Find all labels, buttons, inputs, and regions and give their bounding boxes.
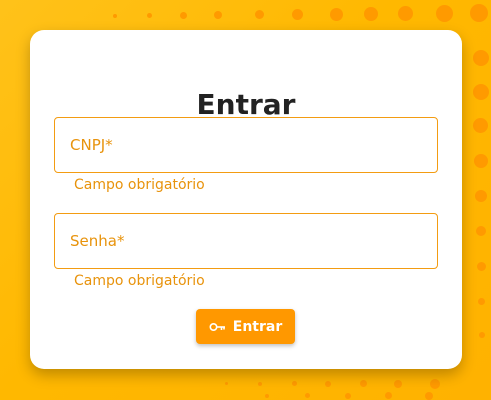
password-input[interactable] bbox=[55, 214, 437, 268]
key-icon bbox=[209, 322, 226, 332]
login-submit-label: Entrar bbox=[232, 318, 283, 335]
password-field[interactable] bbox=[54, 213, 438, 269]
login-submit-button[interactable]: Entrar bbox=[196, 309, 295, 344]
cnpj-input[interactable] bbox=[55, 118, 437, 172]
cnpj-field[interactable] bbox=[54, 117, 438, 173]
login-card: Entrar Campo obrigatório Campo obrigatór… bbox=[30, 30, 462, 369]
cnpj-helper-text: Campo obrigatório bbox=[74, 177, 205, 193]
password-helper-text: Campo obrigatório bbox=[74, 273, 205, 289]
